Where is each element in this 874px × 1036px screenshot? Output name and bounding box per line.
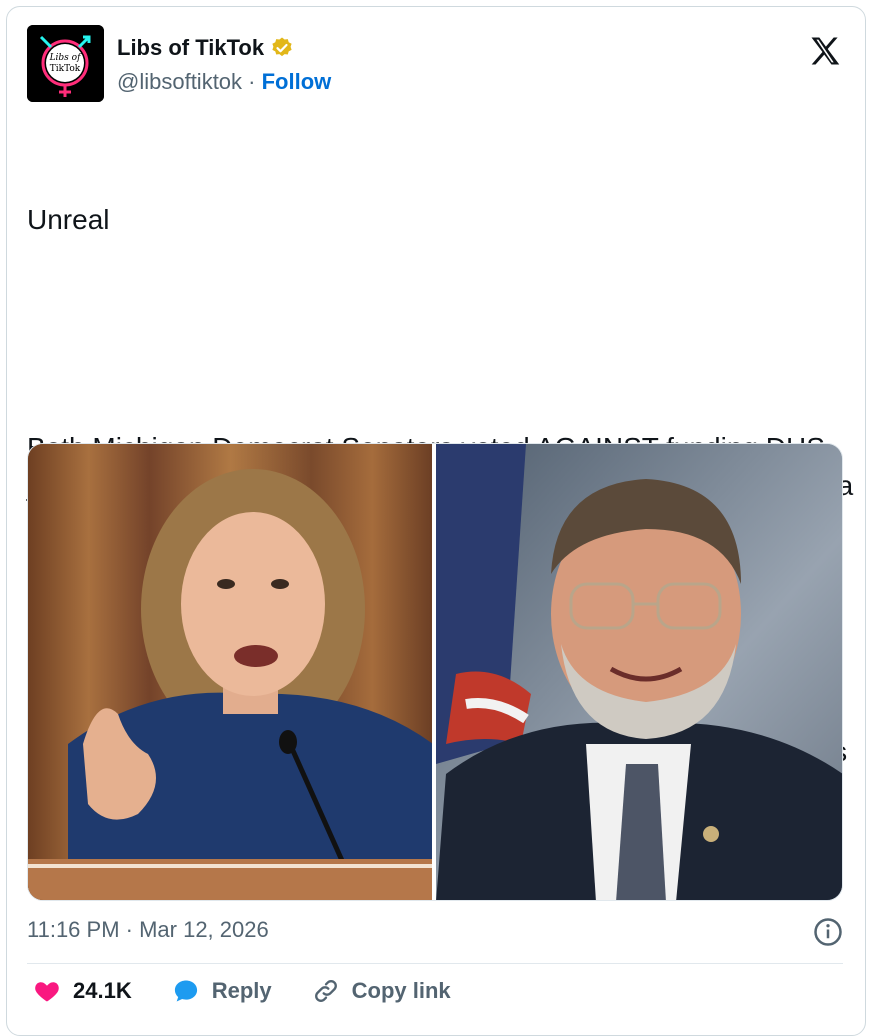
- account-handle[interactable]: @libsoftiktok: [117, 69, 242, 94]
- avatar-logo-icon: Libs of TikTok: [27, 25, 104, 102]
- timestamp[interactable]: 11:16 PM · Mar 12, 2026: [27, 917, 269, 942]
- name-row: Libs of TikTok: [117, 35, 294, 61]
- photo-left[interactable]: [28, 444, 432, 900]
- verified-badge-icon: [272, 37, 292, 57]
- tweet-card: Libs of TikTok Libs of TikTok @libsoftik…: [6, 6, 866, 1036]
- action-bar: 24.1K Reply Copy link: [33, 977, 491, 1005]
- x-logo-icon[interactable]: [807, 33, 843, 69]
- heart-icon: [35, 982, 59, 1002]
- handle-row: @libsoftiktok · Follow: [117, 69, 331, 95]
- copy-link-button[interactable]: Copy link: [312, 977, 451, 1005]
- reply-icon: [174, 980, 197, 1002]
- photo-right-image: [436, 444, 842, 900]
- copy-link-label: Copy link: [351, 978, 451, 1003]
- link-icon: [314, 980, 337, 1002]
- follow-button[interactable]: Follow: [262, 69, 332, 94]
- like-count: 24.1K: [73, 978, 132, 1003]
- svg-text:Libs of: Libs of: [49, 53, 83, 63]
- photo-right[interactable]: [436, 444, 842, 900]
- divider: [27, 963, 843, 964]
- info-icon[interactable]: [813, 917, 843, 947]
- separator: ·: [242, 69, 262, 94]
- reply-button[interactable]: Reply: [172, 977, 272, 1005]
- like-button[interactable]: 24.1K: [33, 977, 132, 1005]
- reply-label: Reply: [211, 978, 272, 1003]
- photo-left-image: [28, 444, 432, 900]
- timestamp-row: 11:16 PM · Mar 12, 2026: [27, 917, 843, 947]
- svg-text:TikTok: TikTok: [50, 64, 81, 74]
- tweet-paragraph: Unreal: [27, 204, 110, 235]
- media-grid[interactable]: [27, 443, 843, 901]
- avatar[interactable]: Libs of TikTok: [27, 25, 104, 102]
- tweet-header: Libs of TikTok Libs of TikTok @libsoftik…: [27, 25, 847, 105]
- account-name[interactable]: Libs of TikTok: [117, 35, 264, 61]
